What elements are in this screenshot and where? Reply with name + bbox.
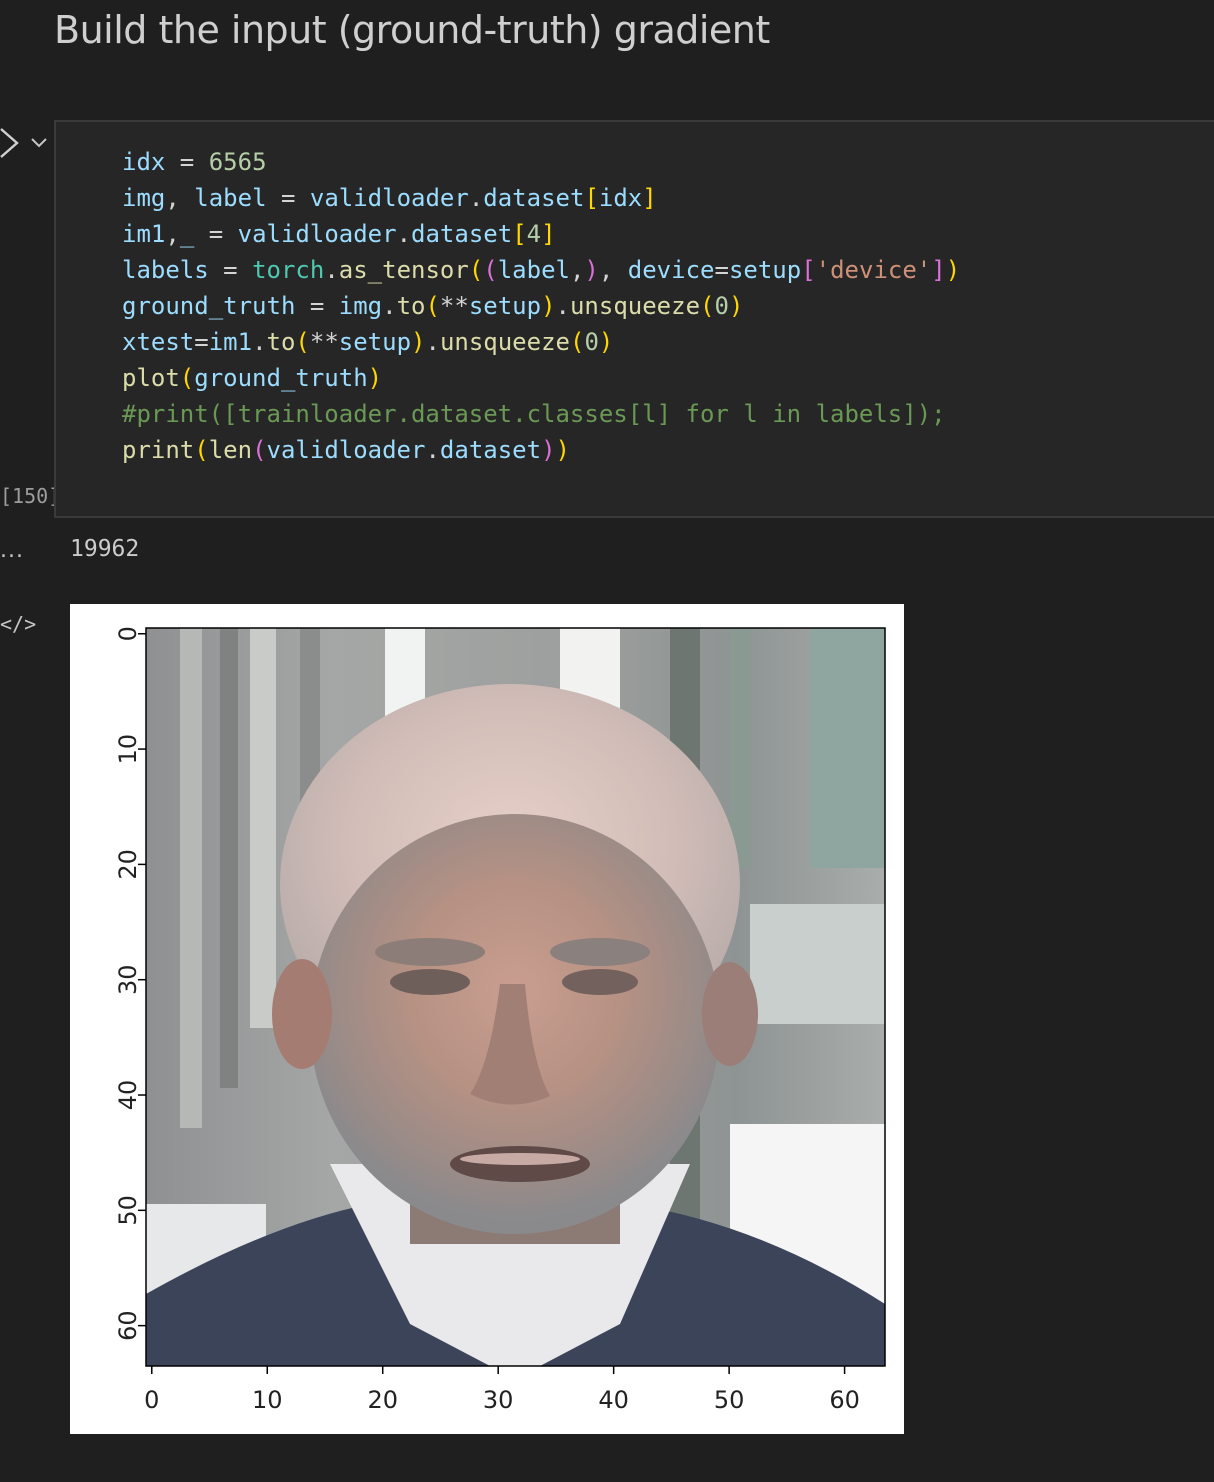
code-line-1: idx = 6565 [122, 148, 267, 176]
cell-gutter [0, 126, 48, 160]
code-line-3: im1,_ = validloader.dataset[4] [122, 220, 556, 248]
y-tick-label: 10 [114, 734, 142, 765]
plot-output: 0 10 20 30 40 50 60 0 10 20 30 40 50 60 [70, 604, 904, 1434]
x-tick-label: 40 [598, 1386, 629, 1414]
code-line-6: xtest=im1.to(**setup).unsqueeze(0) [122, 328, 614, 356]
code-brackets-icon[interactable]: </> [0, 612, 36, 636]
y-tick-label: 50 [114, 1195, 142, 1226]
x-tick-label: 30 [483, 1386, 514, 1414]
code-line-9: print(len(validloader.dataset)) [122, 436, 570, 464]
x-tick-label: 60 [829, 1386, 860, 1414]
x-tick-label: 10 [252, 1386, 283, 1414]
x-tick-label: 20 [367, 1386, 398, 1414]
markdown-heading: Build the input (ground-truth) gradient [54, 8, 770, 52]
run-arrow-icon[interactable] [0, 126, 22, 160]
code-cell-editor[interactable]: idx = 6565 img, label = validloader.datas… [54, 120, 1214, 518]
y-tick-label: 0 [114, 626, 142, 641]
x-tick-label: 0 [144, 1386, 159, 1414]
code-line-4: labels = torch.as_tensor((label,), devic… [122, 256, 961, 284]
code-line-2: img, label = validloader.dataset[idx] [122, 184, 657, 212]
plot-figure: 0 10 20 30 40 50 60 0 10 20 30 40 50 60 [114, 626, 886, 1414]
output-menu-ellipsis[interactable]: ... [0, 538, 24, 563]
ground-truth-image [146, 628, 885, 1366]
chevron-down-icon[interactable] [30, 136, 48, 150]
x-tick-label: 50 [714, 1386, 745, 1414]
code-line-8: #print([trainloader.dataset.classes[l] f… [122, 400, 946, 428]
execution-count: [150] [0, 484, 61, 508]
code-content[interactable]: idx = 6565 img, label = validloader.datas… [122, 144, 960, 468]
y-tick-label: 20 [114, 849, 142, 880]
y-tick-label: 30 [114, 964, 142, 995]
y-tick-label: 60 [114, 1310, 142, 1341]
output-stdout: 19962 [70, 536, 140, 562]
code-line-7: plot(ground_truth) [122, 364, 383, 392]
y-tick-label: 40 [114, 1080, 142, 1111]
code-line-5: ground_truth = img.to(**setup).unsqueeze… [122, 292, 744, 320]
